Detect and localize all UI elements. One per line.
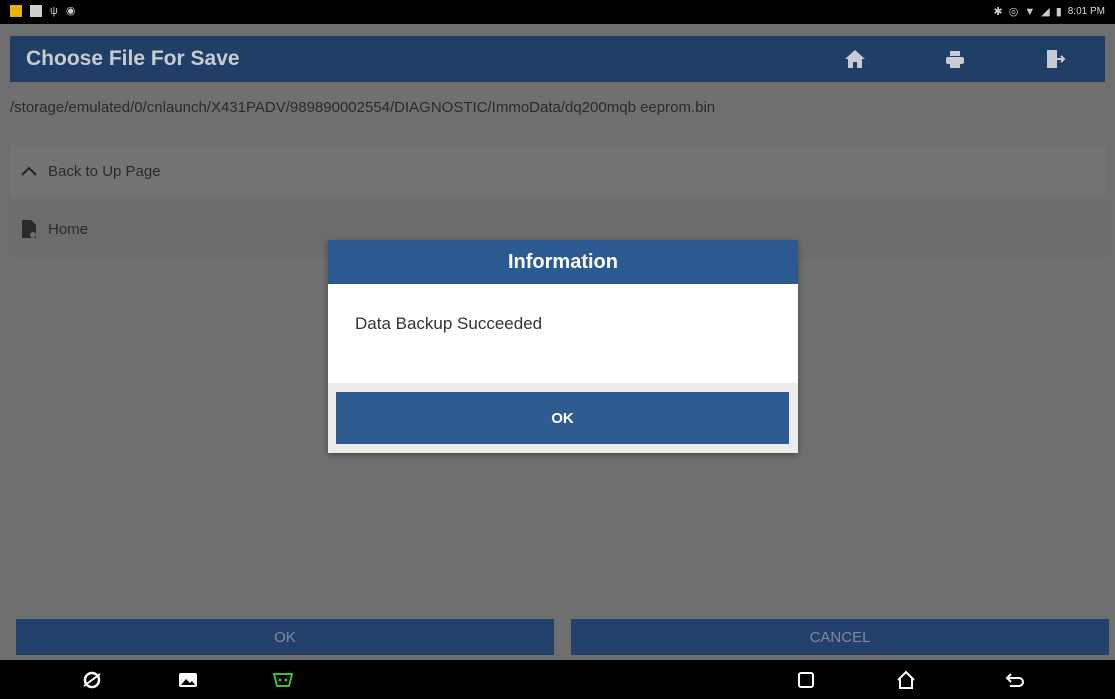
printer-icon [946,51,964,68]
wifi-icon: ▼ [1024,5,1036,18]
signal-icon: ◢ [1041,6,1050,18]
back-to-up-page-row[interactable]: Back to Up Page [10,145,1105,197]
usb-icon: ψ [50,4,58,17]
information-dialog: Information Data Backup Succeeded OK [328,240,798,453]
navigation-bar [0,660,1115,699]
clock: 8:01 PM [1067,6,1105,17]
folder-item-label: Home [48,220,89,238]
dialog-ok-button[interactable]: OK [336,392,789,444]
home-nav-icon[interactable] [894,668,918,692]
bluetooth-icon: ✱ [993,6,1003,18]
folder-file-icon [22,220,36,238]
cancel-button[interactable]: CANCEL [571,619,1109,655]
file-path: /storage/emulated/0/cnlaunch/X431PADV/98… [10,82,1105,134]
exit-icon [1047,50,1066,68]
browser-icon[interactable] [80,668,104,692]
exit-button[interactable] [1005,36,1105,82]
battery-icon: ▮ [1055,6,1062,18]
gallery-icon[interactable] [176,668,200,692]
alarm-icon: ◎ [1008,6,1019,18]
sync-icon: ◉ [65,5,76,17]
back-nav-icon[interactable] [1003,668,1027,692]
ok-button[interactable]: OK [16,619,554,655]
page-title: Choose File For Save [26,47,240,70]
home-icon [845,50,865,68]
status-bar: ψ ◉ ✱ ◎ ▼ ◢ ▮ 8:01 PM [0,0,1115,24]
obd-connector-icon[interactable] [271,668,295,692]
chevron-up-icon [21,166,37,176]
app-notification-icon [10,4,22,17]
image-notification-icon [30,4,42,17]
title-bar: Choose File For Save [10,36,1105,82]
dialog-title: Information [328,240,798,284]
dialog-message: Data Backup Succeeded [355,314,543,333]
print-button[interactable] [905,36,1005,82]
back-to-up-page-label: Back to Up Page [48,162,161,180]
recents-icon[interactable] [794,668,818,692]
home-button[interactable] [805,36,905,82]
